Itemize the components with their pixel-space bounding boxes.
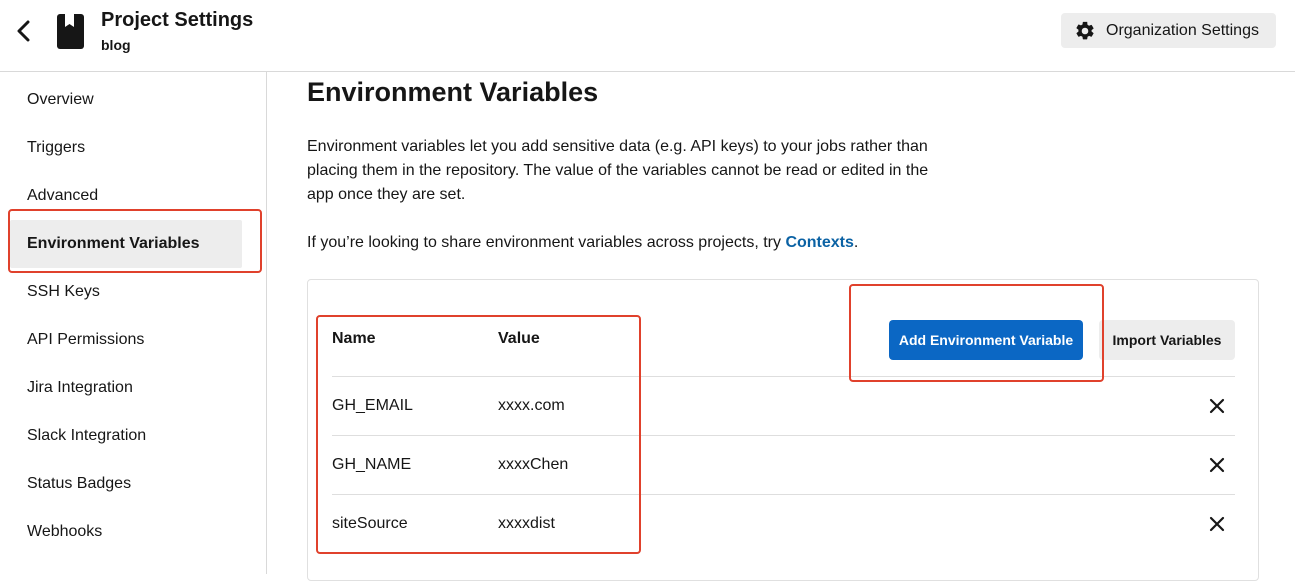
- share-hint-suffix: .: [853, 234, 859, 251]
- sidebar-item-api-permissions[interactable]: API Permissions: [10, 316, 242, 364]
- organization-settings-label: Organization Settings: [1106, 21, 1259, 39]
- share-hint-text: If you’re looking to share environment v…: [307, 234, 786, 251]
- share-hint: If you’re looking to share environment v…: [307, 231, 858, 255]
- sidebar-item-overview[interactable]: Overview: [10, 76, 242, 124]
- variable-name: GH_EMAIL: [332, 397, 413, 414]
- contexts-link[interactable]: Contexts: [785, 234, 853, 251]
- variable-value: xxxx.com: [498, 397, 565, 414]
- sidebar-item-jira-integration[interactable]: Jira Integration: [10, 364, 242, 412]
- sidebar-item-webhooks[interactable]: Webhooks: [10, 508, 242, 556]
- project-name: blog: [101, 37, 131, 53]
- variable-value: xxxxChen: [498, 456, 569, 473]
- row-divider: [332, 376, 1235, 377]
- column-header-name: Name: [332, 330, 376, 347]
- organization-settings-button[interactable]: Organization Settings: [1061, 13, 1276, 48]
- chevron-left-icon[interactable]: [14, 20, 34, 42]
- row-divider: [332, 435, 1235, 436]
- variable-name: GH_NAME: [332, 456, 412, 473]
- page-title: Project Settings: [101, 9, 254, 31]
- import-variables-button[interactable]: Import Variables: [1099, 320, 1235, 360]
- section-title: Environment Variables: [307, 77, 599, 107]
- add-environment-variable-button[interactable]: Add Environment Variable: [889, 320, 1083, 360]
- close-icon[interactable]: [1207, 455, 1227, 475]
- column-header-value: Value: [498, 330, 540, 347]
- gear-icon: [1074, 20, 1096, 42]
- sidebar-item-triggers[interactable]: Triggers: [10, 124, 242, 172]
- page-header: Project Settings blog Organization Setti…: [0, 0, 1295, 72]
- variable-name: siteSource: [332, 515, 408, 532]
- bookmark-icon: [57, 14, 84, 49]
- sidebar-item-ssh-keys[interactable]: SSH Keys: [10, 268, 242, 316]
- close-icon[interactable]: [1207, 396, 1227, 416]
- sidebar-item-environment-variables[interactable]: Environment Variables: [10, 220, 242, 268]
- sidebar-item-slack-integration[interactable]: Slack Integration: [10, 412, 242, 460]
- sidebar-item-status-badges[interactable]: Status Badges: [10, 460, 242, 508]
- section-description: Environment variables let you add sensit…: [307, 138, 929, 203]
- close-icon[interactable]: [1207, 514, 1227, 534]
- variable-value: xxxxdist: [498, 515, 555, 532]
- sidebar-item-advanced[interactable]: Advanced: [10, 172, 242, 220]
- row-divider: [332, 494, 1235, 495]
